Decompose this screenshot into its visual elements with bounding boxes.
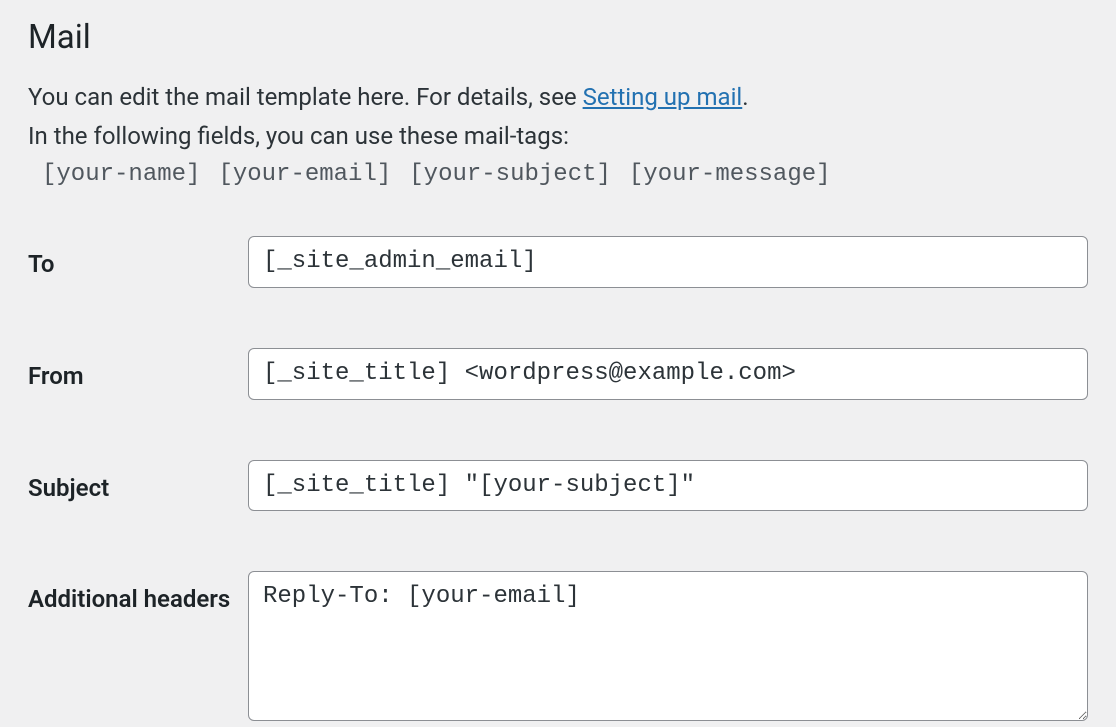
label-subject: Subject bbox=[28, 460, 248, 507]
intro-text-1-tail: . bbox=[742, 83, 748, 111]
intro-line-1: You can edit the mail template here. For… bbox=[28, 79, 1088, 116]
mail-tag: [your-subject] bbox=[409, 161, 611, 188]
mail-tags-list: [your-name] [your-email] [your-subject] [yo… bbox=[42, 161, 1088, 188]
mail-form: To From Subject Additional headers bbox=[28, 236, 1088, 727]
mail-tag: [your-name] bbox=[42, 161, 200, 188]
textarea-additional-headers[interactable] bbox=[248, 571, 1088, 721]
label-additional-headers: Additional headers bbox=[28, 571, 248, 618]
label-to: To bbox=[28, 236, 248, 283]
setting-up-mail-link[interactable]: Setting up mail bbox=[583, 83, 743, 111]
mail-tag: [your-message] bbox=[629, 161, 831, 188]
section-heading: Mail bbox=[28, 18, 1088, 57]
row-additional-headers: Additional headers bbox=[28, 571, 1088, 727]
mail-tag: [your-email] bbox=[218, 161, 391, 188]
input-to[interactable] bbox=[248, 236, 1088, 288]
row-from: From bbox=[28, 348, 1088, 400]
row-subject: Subject bbox=[28, 460, 1088, 512]
intro-line-2: In the following fields, you can use the… bbox=[28, 118, 1088, 155]
input-from[interactable] bbox=[248, 348, 1088, 400]
input-subject[interactable] bbox=[248, 460, 1088, 512]
row-to: To bbox=[28, 236, 1088, 288]
label-from: From bbox=[28, 348, 248, 395]
intro-text-1: You can edit the mail template here. For… bbox=[28, 83, 583, 111]
